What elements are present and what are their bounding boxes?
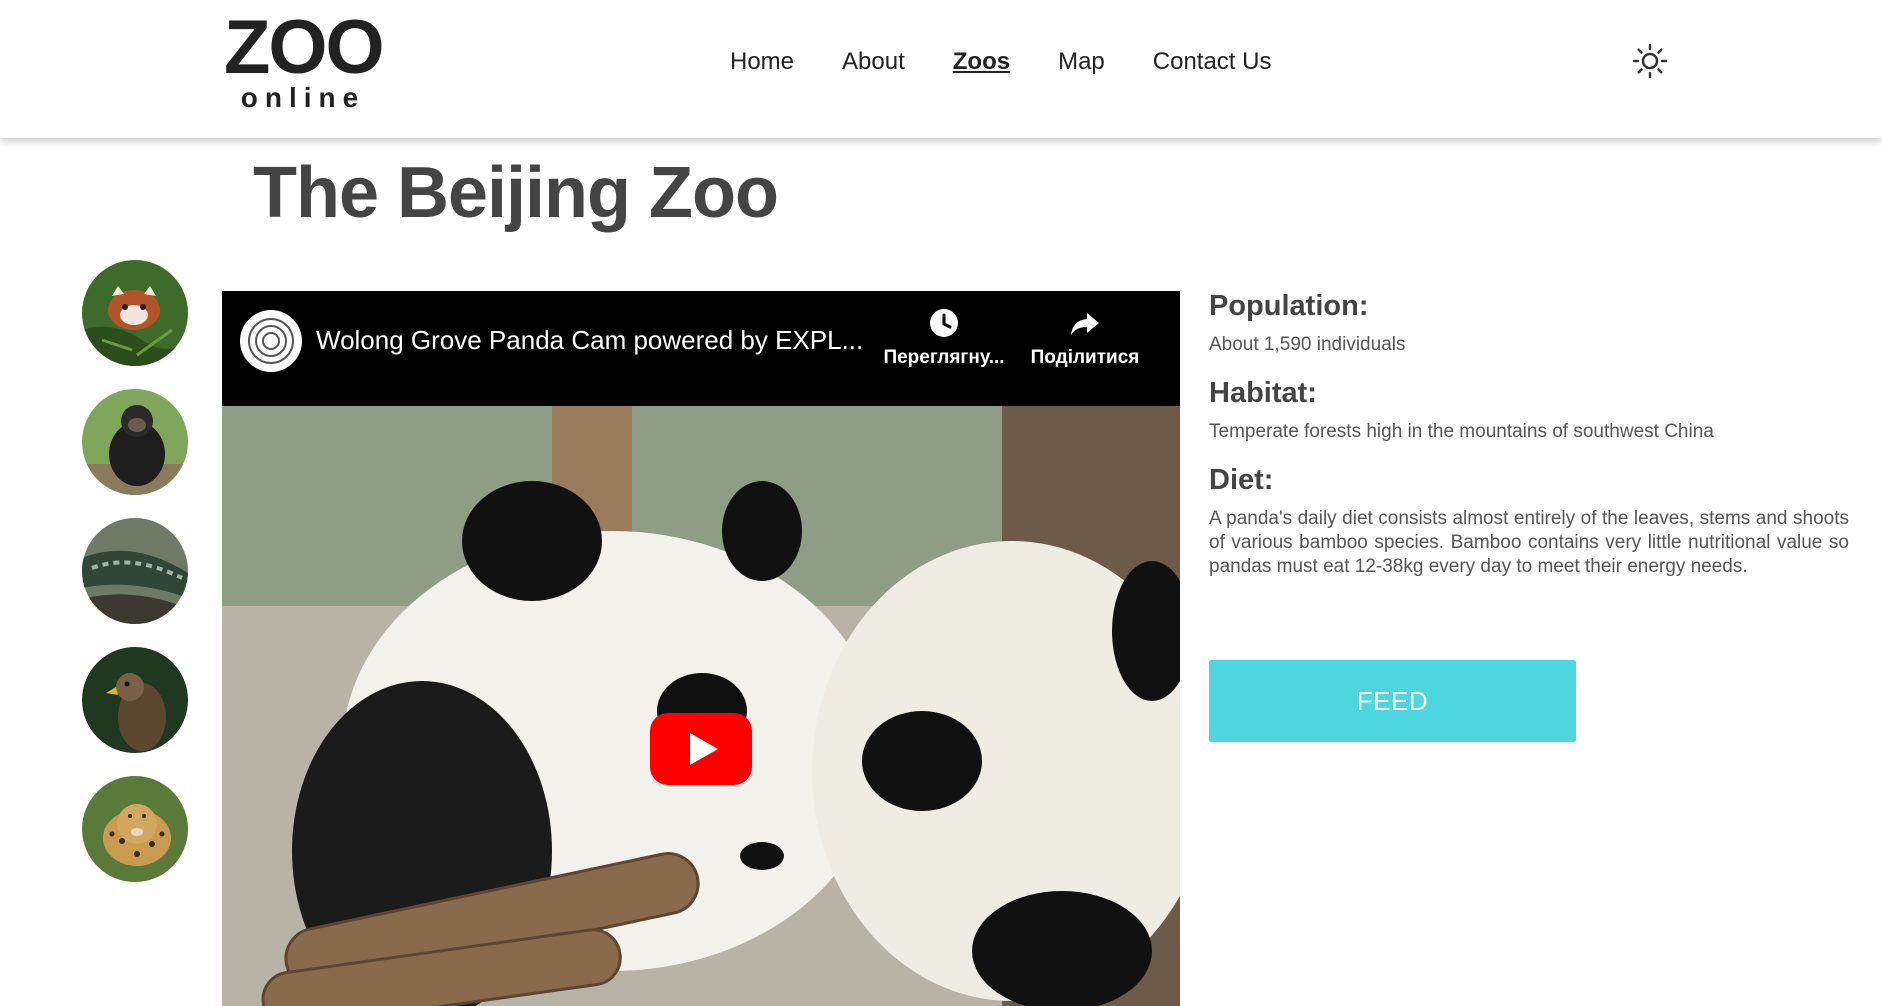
animal-list [82,260,188,905]
sun-icon[interactable] [1632,43,1668,79]
share-button[interactable]: Поділитися [1030,307,1140,369]
zoo-info: Population: About 1,590 individuals Habi… [1209,290,1849,599]
site-header: ZOO online Home About Zoos Map Contact U… [0,0,1882,138]
jaguar-avatar[interactable] [82,776,188,882]
chimpanzee-avatar[interactable] [82,389,188,495]
red-panda-avatar[interactable] [82,260,188,366]
channel-logo-icon[interactable] [240,310,302,372]
population-text: About 1,590 individuals [1209,334,1406,355]
share-icon [1071,313,1099,335]
diet-heading: Diet: [1209,464,1274,496]
main-nav: Home About Zoos Map Contact Us [730,48,1271,76]
nav-contact-us[interactable]: Contact Us [1153,48,1272,76]
watch-later-label: Переглягну... [883,347,1005,368]
page-title: The Beijing Zoo [253,153,779,233]
diet-text: A panda's daily diet consists almost ent… [1209,508,1849,577]
site-logo[interactable]: ZOO online [224,5,385,113]
habitat-text: Temperate forests high in the mountains … [1209,421,1714,442]
logo-main-text: ZOO [224,5,385,90]
nav-about[interactable]: About [842,48,905,76]
clock-icon [930,309,958,337]
video-title[interactable]: Wolong Grove Panda Cam powered by EXPL..… [316,325,863,356]
play-icon[interactable] [650,713,752,785]
crocodile-avatar[interactable] [82,518,188,624]
eagle-avatar[interactable] [82,647,188,753]
population-heading: Population: [1209,290,1369,322]
nav-home[interactable]: Home [730,48,794,76]
share-label: Поділитися [1030,347,1140,368]
nav-map[interactable]: Map [1058,48,1105,76]
nav-zoos[interactable]: Zoos [953,48,1010,76]
habitat-heading: Habitat: [1209,377,1317,409]
video-player[interactable]: Wolong Grove Panda Cam powered by EXPL..… [222,291,1180,1006]
logo-sub-text: online [240,82,366,113]
feed-button[interactable]: FEED [1209,660,1576,742]
video-top-bar: Wolong Grove Panda Cam powered by EXPL..… [222,291,1180,406]
watch-later-button[interactable]: Переглягну... [882,307,1006,369]
